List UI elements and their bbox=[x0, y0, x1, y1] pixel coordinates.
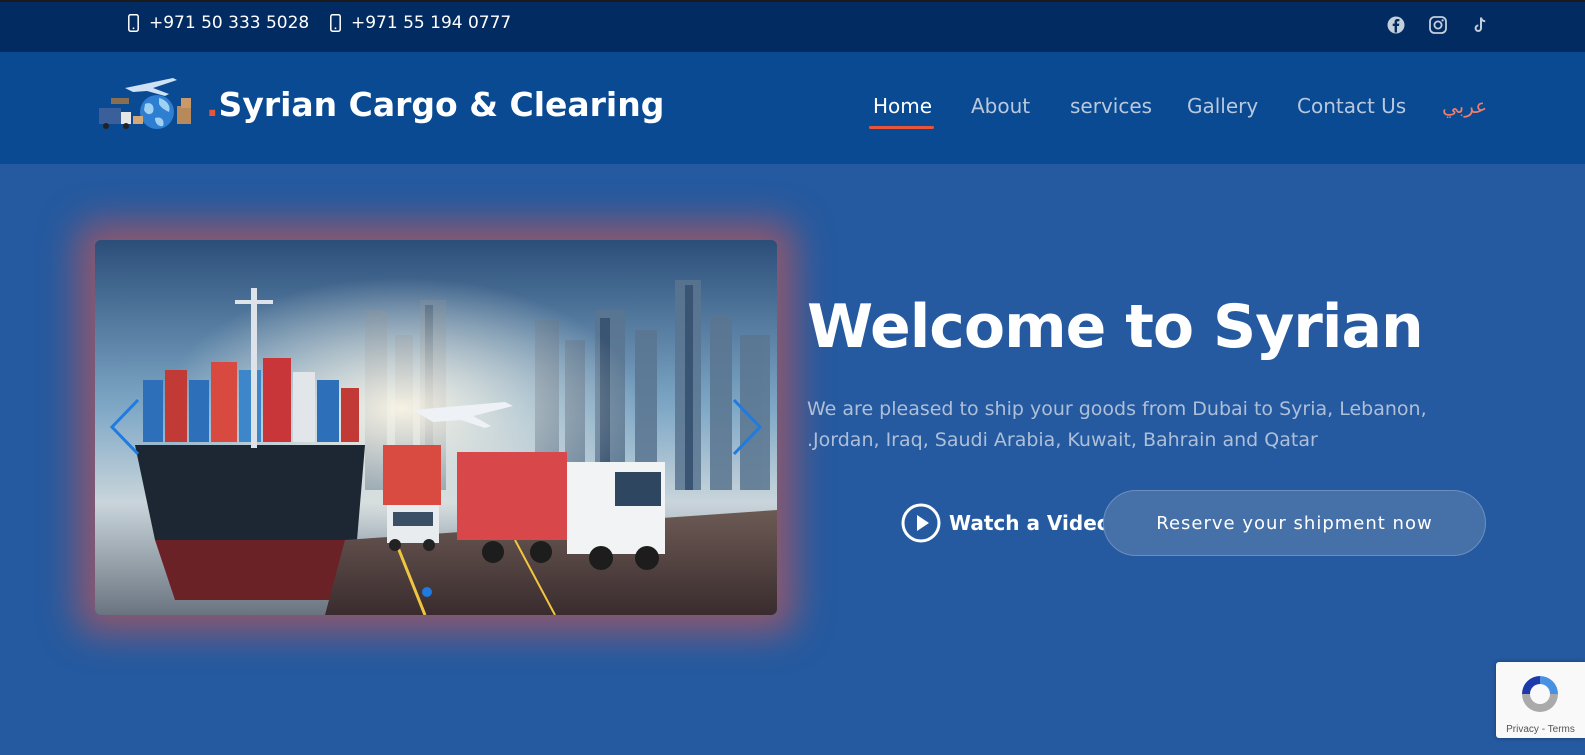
watch-video-label: Watch a Video bbox=[949, 511, 1111, 535]
reserve-shipment-button[interactable]: Reserve your shipment now bbox=[1103, 490, 1486, 556]
recaptcha-separator: - bbox=[1538, 724, 1548, 735]
watch-video-button[interactable]: Watch a Video bbox=[901, 503, 1111, 543]
recaptcha-links: Privacy - Terms bbox=[1496, 724, 1585, 735]
phone-link-1[interactable]: +971 50 333 5028 bbox=[128, 13, 309, 33]
hero-description-line-2: .Jordan, Iraq, Saudi Arabia, Kuwait, Bah… bbox=[807, 429, 1318, 451]
mobile-phone-icon bbox=[128, 14, 139, 32]
nav-gallery[interactable]: Gallery bbox=[1187, 94, 1258, 118]
tiktok-icon[interactable] bbox=[1470, 15, 1490, 35]
brand-text: Syrian Cargo & Clearing bbox=[218, 85, 665, 124]
company-logo[interactable] bbox=[97, 68, 197, 134]
recaptcha-terms-link[interactable]: Terms bbox=[1548, 724, 1575, 735]
recaptcha-badge[interactable]: Privacy - Terms bbox=[1496, 662, 1585, 738]
mobile-phone-icon bbox=[330, 14, 341, 32]
facebook-icon[interactable] bbox=[1386, 15, 1406, 35]
slider-prev-arrow[interactable] bbox=[108, 397, 142, 457]
slider-next-arrow[interactable] bbox=[730, 397, 764, 457]
recaptcha-privacy-link[interactable]: Privacy bbox=[1506, 724, 1539, 735]
nav-about[interactable]: About bbox=[971, 94, 1030, 118]
nav-language-arabic[interactable]: عربي bbox=[1442, 94, 1487, 118]
brand-dot: . bbox=[206, 85, 219, 124]
active-nav-underline bbox=[869, 126, 934, 129]
hero-image-slider[interactable] bbox=[95, 240, 777, 615]
phone-link-2[interactable]: +971 55 194 0777 bbox=[330, 13, 511, 33]
nav-services[interactable]: services bbox=[1070, 94, 1152, 118]
hero-description: We are pleased to ship your goods from D… bbox=[807, 394, 1467, 456]
play-circle-icon bbox=[901, 503, 941, 543]
brand-name[interactable]: .Syrian Cargo & Clearing bbox=[206, 85, 664, 124]
nav-contact[interactable]: Contact Us bbox=[1297, 94, 1406, 118]
instagram-icon[interactable] bbox=[1428, 15, 1448, 35]
phone-number-1: +971 50 333 5028 bbox=[149, 13, 310, 33]
phone-number-2: +971 55 194 0777 bbox=[351, 13, 512, 33]
recaptcha-icon bbox=[1522, 676, 1558, 712]
cargo-slide-image bbox=[95, 240, 777, 615]
hero-title: Welcome to Syrian bbox=[807, 292, 1424, 362]
nav-home[interactable]: Home bbox=[873, 94, 932, 118]
slider-dot-indicator[interactable] bbox=[422, 587, 432, 597]
hero-description-line-1: We are pleased to ship your goods from D… bbox=[807, 398, 1427, 420]
